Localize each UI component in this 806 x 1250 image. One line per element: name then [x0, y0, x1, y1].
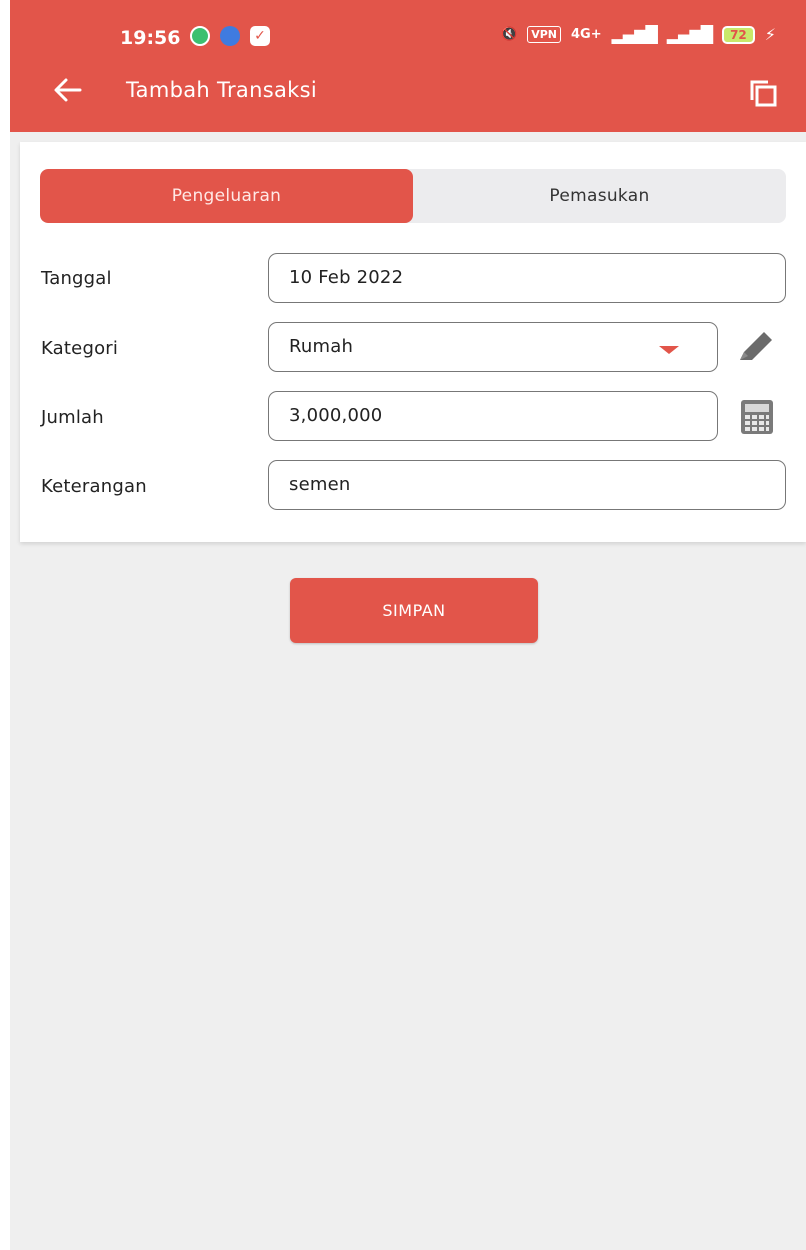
calculator-icon[interactable] [738, 398, 778, 438]
vpn-badge: VPN [527, 26, 562, 43]
signal-icon: ▂▄▆█ [611, 25, 658, 44]
dropdown-caret-icon [659, 346, 679, 354]
app-notification-icon: ✓ [250, 26, 270, 46]
notification-icons: ✓ [190, 26, 270, 46]
note-value: semen [289, 474, 351, 495]
status-bar: 19:56 ✓ 🔇 VPN 4G+ ▂▄▆█ ▂▄▆█ 72 ⚡ [10, 0, 806, 72]
amount-value: 3,000,000 [289, 405, 383, 426]
date-field[interactable]: 10 Feb 2022 [268, 253, 786, 303]
sync-notification-icon [220, 26, 240, 46]
network-type: 4G+ [571, 27, 602, 42]
tab-income[interactable]: Pemasukan [413, 169, 786, 223]
category-value: Rumah [289, 336, 354, 357]
date-value: 10 Feb 2022 [289, 267, 404, 288]
tab-expense[interactable]: Pengeluaran [40, 169, 413, 223]
save-button[interactable]: SIMPAN [290, 578, 538, 643]
edit-pencil-icon[interactable] [736, 328, 776, 368]
page-title: Tambah Transaksi [126, 78, 317, 102]
amount-label: Jumlah [41, 407, 104, 428]
transaction-form-card: Pemasukan Pengeluaran Tanggal 10 Feb 202… [20, 142, 806, 542]
date-label: Tanggal [41, 268, 112, 289]
battery-level: 72 [722, 25, 755, 44]
charging-icon: ⚡ [764, 25, 776, 44]
note-field[interactable]: semen [268, 460, 786, 510]
category-dropdown[interactable]: Rumah [268, 322, 718, 372]
mute-icon: 🔇 [501, 27, 518, 42]
amount-field[interactable]: 3,000,000 [268, 391, 718, 441]
status-time: 19:56 [120, 27, 181, 49]
copy-icon[interactable] [748, 78, 777, 107]
back-arrow-icon[interactable] [50, 72, 90, 112]
category-label: Kategori [41, 338, 119, 359]
transaction-type-toggle: Pemasukan Pengeluaran [40, 169, 786, 223]
status-indicators: 🔇 VPN 4G+ ▂▄▆█ ▂▄▆█ 72 ⚡ [501, 25, 776, 44]
signal-icon-2: ▂▄▆█ [666, 25, 713, 44]
app-bar: 19:56 ✓ 🔇 VPN 4G+ ▂▄▆█ ▂▄▆█ 72 ⚡ Tambah … [10, 0, 806, 132]
chat-notification-icon [190, 26, 210, 46]
note-label: Keterangan [41, 476, 147, 497]
